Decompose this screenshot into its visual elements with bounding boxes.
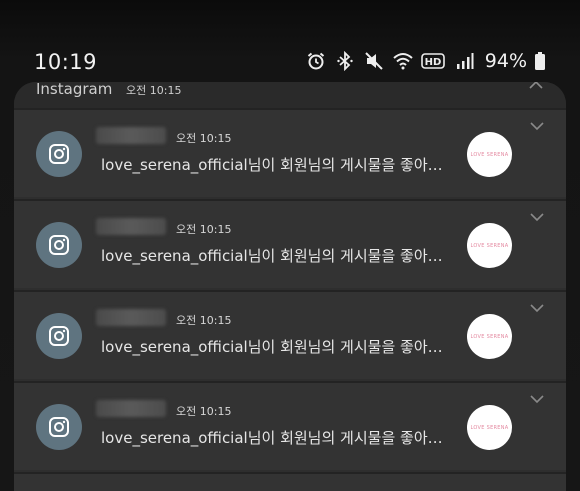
thumbnail-text: LOVE SERENA [470,151,509,158]
instagram-icon [36,222,82,268]
hd-voice-icon: HD [420,50,447,72]
alarm-icon [305,50,327,72]
sender-name-blurred [96,218,166,235]
instagram-icon [36,131,82,177]
expand-chevron-icon[interactable] [524,207,550,227]
sender-name-blurred [96,127,166,144]
thumbnail-text: LOVE SERENA [470,424,509,431]
wifi-icon [392,50,414,72]
notification-card[interactable]: 오전 10:15 love_serena_official님이 회원님의 게시물… [14,108,566,197]
post-thumbnail: LOVE SERENA [467,132,512,177]
svg-text:HD: HD [424,57,441,68]
expand-chevron-icon[interactable] [524,389,550,409]
clock: 10:19 [34,50,98,74]
bluetooth-icon [334,50,356,72]
notification-message: love_serena_official님이 회원님의 게시물을 좋아… [101,247,443,265]
instagram-icon [36,404,82,450]
instagram-icon [36,313,82,359]
post-thumbnail: LOVE SERENA [467,314,512,359]
expand-chevron-icon[interactable] [524,116,550,136]
notification-message: love_serena_official님이 회원님의 게시물을 좋아… [101,429,443,447]
signal-icon [454,50,476,72]
notification-time: 오전 10:15 [176,223,232,236]
status-icons: HD 94% [305,50,546,72]
notification-time: 오전 10:15 [176,405,232,418]
notification-group[interactable]: Instagram 오전 10:15 오전 10:15 love_serena_… [14,82,566,491]
notification-message: love_serena_official님이 회원님의 게시물을 좋아… [101,338,443,356]
group-header[interactable]: Instagram 오전 10:15 [14,82,566,108]
group-time: 오전 10:15 [126,84,182,97]
group-app-name: Instagram [36,82,113,98]
notification-card[interactable]: 오전 10:15 love_serena_official님이 회원님의 게시물… [14,290,566,379]
status-bar: 10:19 HD 94% [0,0,580,82]
battery-icon [534,50,546,72]
sender-name-blurred [96,309,166,326]
mute-icon [363,50,385,72]
battery-percent: 94% [484,50,527,72]
notification-card[interactable]: 오전 10:15 love_serena_official님이 회원님의 게시물… [14,199,566,288]
notification-time: 오전 10:15 [176,132,232,145]
notification-time: 오전 10:15 [176,314,232,327]
post-thumbnail: LOVE SERENA [467,405,512,450]
next-notification-card-partial[interactable] [14,472,566,491]
thumbnail-text: LOVE SERENA [470,242,509,249]
notification-card[interactable]: 오전 10:15 love_serena_official님이 회원님의 게시물… [14,381,566,470]
thumbnail-text: LOVE SERENA [470,333,509,340]
notification-message: love_serena_official님이 회원님의 게시물을 좋아… [101,156,443,174]
sender-name-blurred [96,400,166,417]
collapse-chevron-icon[interactable] [528,82,544,95]
expand-chevron-icon[interactable] [524,298,550,318]
post-thumbnail: LOVE SERENA [467,223,512,268]
